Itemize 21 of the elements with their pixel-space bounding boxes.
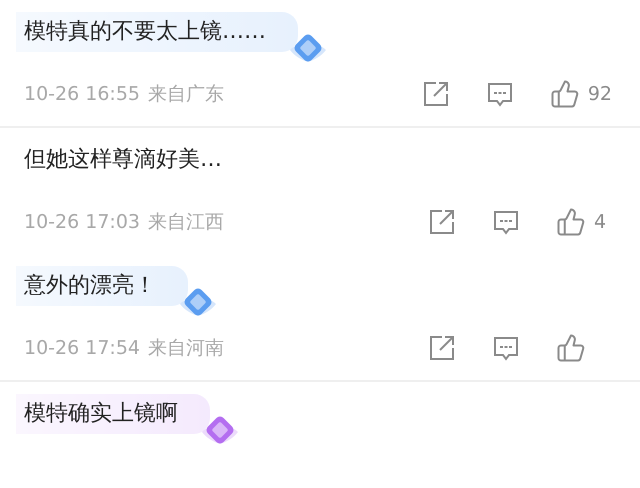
like-icon[interactable]: [556, 333, 586, 363]
like-icon[interactable]: [550, 79, 580, 109]
comment-icon[interactable]: [492, 334, 520, 362]
comment-time: 10-26 17:54: [23, 336, 140, 361]
comment-text: 但她这样尊滴好美…: [23, 146, 223, 174]
share-icon[interactable]: [428, 208, 456, 236]
comment-time: 10-26 17:03: [23, 210, 140, 235]
like-count: 4: [594, 210, 606, 235]
comment-icon[interactable]: [492, 208, 520, 236]
comment-location: 来自河南: [148, 336, 224, 361]
comment-icon[interactable]: [486, 80, 514, 108]
comment-location: 来自江西: [148, 210, 224, 235]
comment-location: 来自广东: [148, 82, 224, 107]
comment-text: 模特真的不要太上镜……: [16, 12, 298, 52]
share-icon[interactable]: [422, 80, 450, 108]
like-icon[interactable]: [556, 207, 586, 237]
comment-time: 10-26 16:55: [23, 82, 140, 107]
comment-text: 模特确实上镜啊: [16, 394, 210, 434]
comment-text: 意外的漂亮！: [16, 266, 188, 306]
like-count: 92: [588, 82, 612, 107]
share-icon[interactable]: [428, 334, 456, 362]
